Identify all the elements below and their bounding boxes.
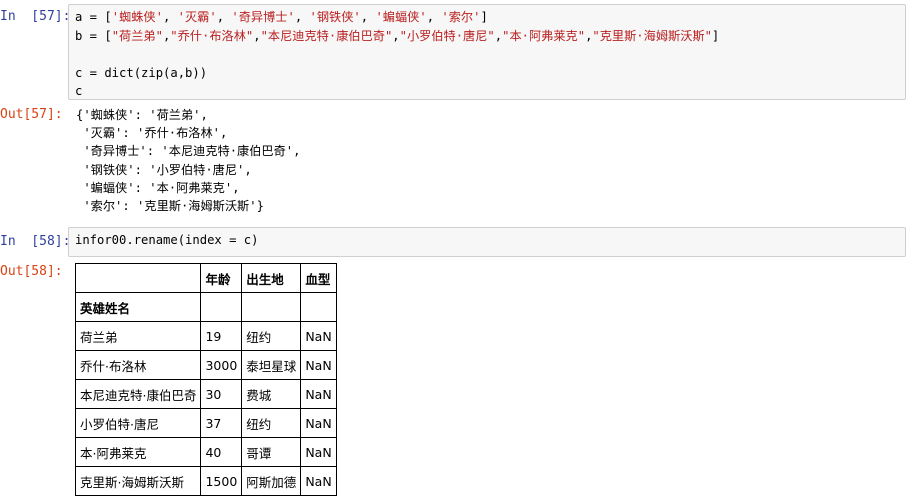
code-string-token: "克里斯·海姆斯沃斯" (592, 28, 712, 43)
code-token: , (494, 28, 503, 43)
table-cell: NaN (300, 379, 337, 409)
column-header-blank (74, 263, 202, 293)
code-line: b = ["荷兰弟","乔什·布洛林","本尼迪克特·康伯巴奇","小罗伯特·唐… (75, 27, 899, 46)
column-header: 年龄 (200, 263, 243, 293)
code-string-token: '灭霸' (177, 10, 217, 24)
index-name: 英雄姓名 (74, 292, 202, 322)
row-index-cell: 本尼迪克特·康伯巴奇 (74, 379, 202, 409)
row-index-cell: 小罗伯特·唐尼 (74, 408, 202, 438)
cell-57-out-prompt: Out[57]: (0, 107, 63, 122)
code-token: ] (711, 28, 720, 43)
table-cell: 纽约 (241, 321, 302, 351)
dataframe-table: 年龄 出生地 血型 英雄姓名 荷兰弟 19 纽约 NaN 乔什·布洛林 3000 泰坦星球 N… (74, 263, 337, 496)
column-header: 出生地 (241, 263, 302, 293)
column-header: 血型 (300, 263, 337, 293)
table-row: 荷兰弟 19 纽约 NaN (74, 321, 337, 351)
table-row: 乔什·布洛林 3000 泰坦星球 NaN (74, 350, 337, 380)
code-token: , (253, 28, 261, 43)
code-string-token: '钢铁侠' (309, 10, 361, 24)
cell-57-code-input[interactable]: a = ['蜘蛛侠', '灭霸', '奇异博士', '钢铁侠', '蝙蝠侠', … (68, 4, 906, 100)
code-line: c (75, 82, 899, 101)
table-cell: NaN (300, 437, 337, 467)
code-string-token: '蝙蝠侠' (375, 10, 427, 24)
code-token: , (360, 10, 376, 24)
code-line: a = ['蜘蛛侠', '灭霸', '奇异博士', '钢铁侠', '蝙蝠侠', … (75, 8, 899, 27)
cell-57-output: {'蜘蛛侠': '荷兰弟', '灭霸': '乔什·布洛林', '奇异博士': '… (76, 106, 300, 215)
index-name-blank (241, 292, 302, 322)
table-cell: 哥谭 (241, 437, 302, 467)
output-line: '索尔': '克里斯·海姆斯沃斯'} (76, 198, 264, 213)
index-name-row: 英雄姓名 (74, 292, 337, 322)
row-index-cell: 本·阿弗莱克 (74, 437, 202, 467)
code-string-token: '奇异博士' (231, 10, 295, 24)
code-token: b = [ (75, 28, 112, 43)
row-index-cell: 乔什·布洛林 (74, 350, 202, 380)
index-name-blank (300, 292, 337, 322)
cell-57-code[interactable]: a = ['蜘蛛侠', '灭霸', '奇异博士', '钢铁侠', '蝙蝠侠', … (69, 5, 905, 105)
row-index-cell: 荷兰弟 (74, 321, 202, 351)
table-row: 本尼迪克特·康伯巴奇 30 费城 NaN (74, 379, 337, 409)
table-cell: 阿斯加德 (241, 466, 302, 496)
row-index-cell: 克里斯·海姆斯沃斯 (74, 466, 202, 496)
code-token: ] (480, 10, 488, 24)
code-token: , (216, 10, 232, 24)
code-token: c = dict(zip(a,b)) (75, 65, 208, 80)
table-cell: 37 (200, 408, 243, 438)
table-cell: NaN (300, 321, 337, 351)
code-string-token: "本尼迪克特·康伯巴奇" (260, 28, 393, 43)
table-row: 克里斯·海姆斯沃斯 1500 阿斯加德 NaN (74, 466, 337, 496)
table-cell: NaN (300, 408, 337, 438)
code-string-token: "荷兰弟" (111, 28, 163, 43)
table-cell: 40 (200, 437, 243, 467)
code-string-token: '蜘蛛侠' (111, 10, 163, 24)
table-cell: 30 (200, 379, 243, 409)
table-row: 本·阿弗莱克 40 哥谭 NaN (74, 437, 337, 467)
table-cell: 1500 (200, 466, 243, 496)
table-cell: 纽约 (241, 408, 302, 438)
code-string-token: "小罗伯特·唐尼" (399, 28, 495, 43)
cell-58-in-prompt: In [58]: (0, 234, 71, 249)
code-line: infor00.rename(index = c) (75, 231, 899, 250)
output-line: '奇异博士': '本尼迪克特·康伯巴奇', (76, 144, 301, 159)
table-cell: 19 (200, 321, 243, 351)
table-row: 小罗伯特·唐尼 37 纽约 NaN (74, 408, 337, 438)
code-token: infor00.rename(index = c) (75, 233, 259, 247)
table-header-row: 年龄 出生地 血型 (74, 263, 337, 293)
table-cell: NaN (300, 350, 337, 380)
index-name-blank (200, 292, 243, 322)
code-token: , (392, 28, 400, 43)
output-line: '钢铁侠': '小罗伯特·唐尼', (76, 162, 252, 177)
cell-57-in-prompt: In [57]: (0, 9, 71, 24)
table-cell: 费城 (241, 379, 302, 409)
code-string-token: "本·阿弗莱克" (502, 28, 586, 43)
code-line: c = dict(zip(a,b)) (75, 64, 899, 83)
output-line: '蝙蝠侠': '本·阿弗莱克', (76, 180, 240, 195)
cell-58-code[interactable]: infor00.rename(index = c) (69, 228, 905, 254)
cell-58-out-prompt: Out[58]: (0, 264, 63, 279)
code-token: , (426, 10, 442, 24)
code-token: a = [ (75, 10, 112, 24)
table-cell: NaN (300, 466, 337, 496)
table-cell: 3000 (200, 350, 243, 380)
cell-58-code-input[interactable]: infor00.rename(index = c) (68, 227, 906, 257)
code-token: , (162, 10, 178, 24)
table-cell: 泰坦星球 (241, 350, 302, 380)
output-line: '灭霸': '乔什·布洛林', (76, 126, 228, 141)
code-token: c (75, 84, 83, 98)
output-line: {'蜘蛛侠': '荷兰弟', (76, 108, 208, 122)
code-string-token: '索尔' (441, 10, 481, 24)
code-string-token: "乔什·布洛林" (170, 28, 254, 43)
code-token: , (294, 10, 310, 24)
